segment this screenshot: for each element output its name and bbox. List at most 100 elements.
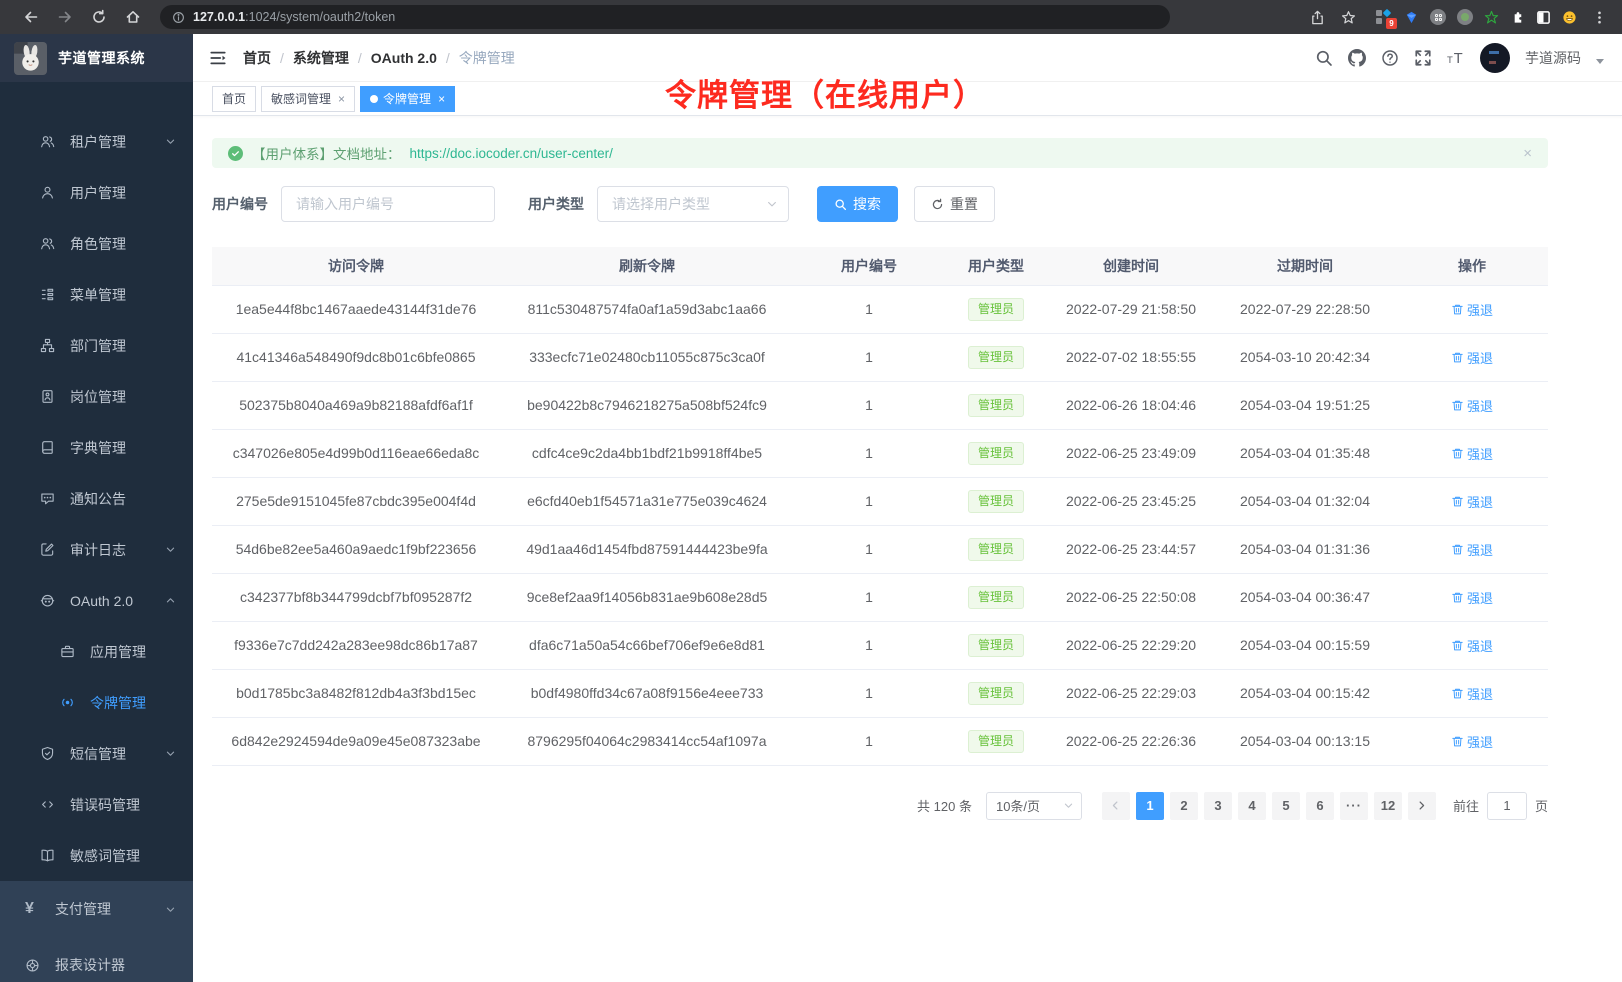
- force-logout-button[interactable]: 强退: [1451, 396, 1493, 415]
- close-icon[interactable]: ×: [1523, 145, 1532, 162]
- sidebar-item-tenant[interactable]: 租户管理: [0, 116, 193, 167]
- force-logout-button[interactable]: 强退: [1451, 444, 1493, 463]
- app-frame: 芋道管理系统 租户管理用户管理角色管理菜单管理部门管理岗位管理字典管理通知公告审…: [0, 34, 1622, 982]
- github-icon[interactable]: [1348, 49, 1366, 67]
- extensions-puzzle-icon[interactable]: [1510, 10, 1525, 25]
- force-logout-button[interactable]: 强退: [1451, 492, 1493, 511]
- created-time-cell: 2022-06-26 18:04:46: [1048, 381, 1214, 429]
- caret-down-icon[interactable]: [1596, 59, 1604, 64]
- page-button-6[interactable]: 6: [1306, 792, 1334, 820]
- back-icon[interactable]: [22, 8, 40, 26]
- created-time-cell: 2022-06-25 22:29:20: [1048, 621, 1214, 669]
- sidebar-item-sensitive-word[interactable]: 敏感词管理: [0, 830, 193, 881]
- breadcrumb-system[interactable]: 系统管理: [293, 48, 349, 68]
- url-bar[interactable]: 127.0.0.1:1024/system/oauth2/token: [160, 5, 1170, 29]
- grid-extension-icon[interactable]: 9: [1376, 9, 1393, 26]
- sidebar-item-user[interactable]: 用户管理: [0, 167, 193, 218]
- page-button-4[interactable]: 4: [1238, 792, 1266, 820]
- force-logout-button[interactable]: 强退: [1451, 300, 1493, 319]
- next-page-button[interactable]: [1408, 792, 1436, 820]
- force-logout-button[interactable]: 强退: [1451, 348, 1493, 367]
- username[interactable]: 芋道源码: [1525, 48, 1581, 68]
- user-type-badge: 管理员: [968, 730, 1024, 753]
- table-row: 54d6be82ee5a460a9aedc1f9bf22365649d1aa46…: [212, 525, 1548, 573]
- sidebar-item-oauth2[interactable]: OAuth 2.0: [0, 575, 193, 626]
- split-square-icon[interactable]: [1536, 10, 1551, 25]
- svg-text:T: T: [1454, 51, 1463, 67]
- search-button[interactable]: 搜索: [817, 186, 898, 222]
- user-id-cell: 1: [794, 669, 944, 717]
- created-time-cell: 2022-06-25 22:50:08: [1048, 573, 1214, 621]
- goto-page-input[interactable]: [1487, 792, 1527, 820]
- close-icon[interactable]: ×: [338, 93, 345, 105]
- breadcrumb-home[interactable]: 首页: [243, 48, 271, 68]
- font-size-icon[interactable]: TT: [1447, 49, 1465, 67]
- trash-icon: [1451, 591, 1464, 604]
- doc-link[interactable]: https://doc.iocoder.cn/user-center/: [410, 146, 613, 161]
- user-type-badge: 管理员: [968, 586, 1024, 609]
- sidebar-item-oauth2-token[interactable]: 令牌管理: [0, 677, 193, 728]
- force-logout-button[interactable]: 强退: [1451, 732, 1493, 751]
- hamburger-icon[interactable]: [209, 49, 227, 67]
- sidebar-item-menu[interactable]: 菜单管理: [0, 269, 193, 320]
- page-size-select[interactable]: 10条/页: [986, 792, 1082, 820]
- page-button-5[interactable]: 5: [1272, 792, 1300, 820]
- avatar[interactable]: [1480, 43, 1510, 73]
- sidebar-item-notice[interactable]: 通知公告: [0, 473, 193, 524]
- sidebar-item-error-code[interactable]: 错误码管理: [0, 779, 193, 830]
- home-icon[interactable]: [124, 8, 142, 26]
- tab-home[interactable]: 首页: [212, 86, 256, 112]
- refresh-token-cell: b0df4980ffd34c67a08f9156e4eee733: [500, 669, 794, 717]
- created-time-cell: 2022-07-02 18:55:55: [1048, 333, 1214, 381]
- reset-button[interactable]: 重置: [914, 186, 995, 222]
- close-icon[interactable]: ×: [438, 93, 445, 105]
- smiley-extension-icon[interactable]: [1562, 10, 1577, 25]
- tags-bar: 首页 敏感词管理× 令牌管理×: [193, 82, 1622, 116]
- page-button-1[interactable]: 1: [1136, 792, 1164, 820]
- page-button-2[interactable]: 2: [1170, 792, 1198, 820]
- reload-icon[interactable]: [90, 8, 108, 26]
- sidebar-item-dept[interactable]: 部门管理: [0, 320, 193, 371]
- app-logo[interactable]: 芋道管理系统: [0, 34, 193, 82]
- page-button-12[interactable]: 12: [1374, 792, 1402, 820]
- user-id-input[interactable]: [281, 186, 495, 222]
- page-button-3[interactable]: 3: [1204, 792, 1232, 820]
- error-code-icon: [40, 797, 57, 812]
- table-row: 41c41346a548490f9dc8b01c6bfe0865333ecfc7…: [212, 333, 1548, 381]
- force-logout-button[interactable]: 强退: [1451, 540, 1493, 559]
- trash-icon: [1451, 735, 1464, 748]
- gem-extension-icon[interactable]: [1404, 10, 1419, 25]
- force-logout-button[interactable]: 强退: [1451, 636, 1493, 655]
- forward-icon[interactable]: [56, 8, 74, 26]
- star-extension-icon[interactable]: [1484, 10, 1499, 25]
- share-icon[interactable]: [1308, 8, 1326, 26]
- tab-token-management[interactable]: 令牌管理×: [360, 86, 455, 112]
- command-extension-icon[interactable]: [1430, 9, 1446, 25]
- tab-sensitive-words[interactable]: 敏感词管理×: [261, 86, 355, 112]
- search-icon[interactable]: [1315, 49, 1333, 67]
- sidebar-item-dict[interactable]: 字典管理: [0, 422, 193, 473]
- force-logout-button[interactable]: 强退: [1451, 684, 1493, 703]
- prev-page-button[interactable]: [1102, 792, 1130, 820]
- breadcrumb-oauth[interactable]: OAuth 2.0: [371, 50, 437, 66]
- sidebar-item-oauth2-app[interactable]: 应用管理: [0, 626, 193, 677]
- trash-icon: [1451, 495, 1464, 508]
- dot-extension-icon[interactable]: [1457, 9, 1473, 25]
- trash-icon: [1451, 351, 1464, 364]
- more-pages-button[interactable]: ···: [1340, 792, 1368, 820]
- bookmark-star-icon[interactable]: [1339, 8, 1357, 26]
- user-type-select[interactable]: 请选择用户类型: [597, 186, 789, 222]
- sidebar-item-pay[interactable]: ¥支付管理: [0, 881, 193, 937]
- fullscreen-icon[interactable]: [1414, 49, 1432, 67]
- sidebar-item-sms[interactable]: 短信管理: [0, 728, 193, 779]
- sidebar-item-report-designer[interactable]: 报表设计器: [0, 937, 193, 982]
- sidebar-item-post[interactable]: 岗位管理: [0, 371, 193, 422]
- user-type-badge: 管理员: [968, 346, 1024, 369]
- browser-menu-icon[interactable]: [1590, 8, 1608, 26]
- filter-form: 用户编号 用户类型 请选择用户类型 搜索 重置: [212, 177, 1548, 231]
- sidebar-item-role[interactable]: 角色管理: [0, 218, 193, 269]
- force-logout-button[interactable]: 强退: [1451, 588, 1493, 607]
- user-id-cell: 1: [794, 477, 944, 525]
- help-icon[interactable]: [1381, 49, 1399, 67]
- sidebar-item-audit-log[interactable]: 审计日志: [0, 524, 193, 575]
